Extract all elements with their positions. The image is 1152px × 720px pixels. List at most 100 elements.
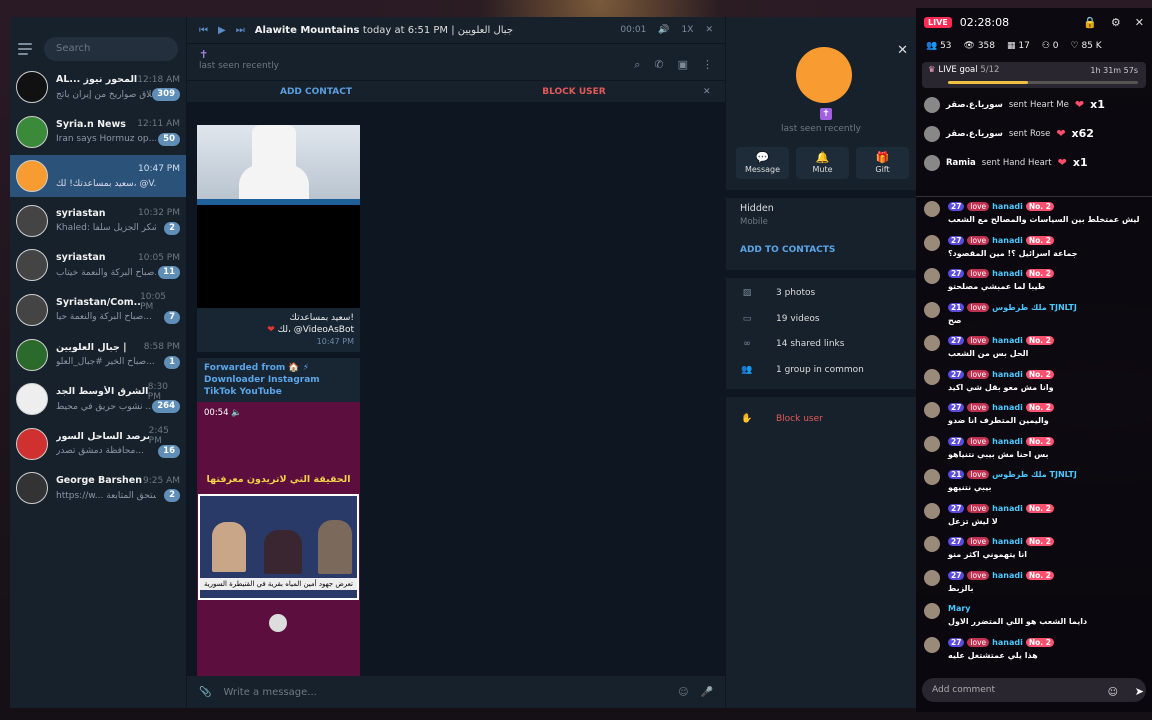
fan-label: love bbox=[967, 269, 990, 278]
comment-text: الحل بس من الشعب bbox=[948, 349, 1029, 358]
user-avatar[interactable] bbox=[924, 435, 940, 452]
gift-icon: ❤ bbox=[1057, 156, 1067, 169]
chat-item[interactable]: syriastan 10:32 PM Khaled: الشكر الجزيل س… bbox=[10, 200, 186, 242]
comment-user[interactable]: hanadi bbox=[992, 236, 1023, 245]
attach-icon[interactable]: 📎 bbox=[199, 687, 211, 698]
fan-label: love bbox=[967, 470, 990, 479]
block-user-button[interactable]: BLOCK USER bbox=[445, 87, 703, 97]
next-track-icon[interactable]: ⏭ bbox=[236, 25, 245, 36]
user-avatar[interactable] bbox=[924, 469, 940, 485]
user-avatar[interactable] bbox=[924, 268, 940, 284]
block-user-row[interactable]: ✋ Block user bbox=[740, 414, 822, 424]
chat-item[interactable]: AL... المحور نيوز12:18 AM إطلاق صواريخ م… bbox=[10, 66, 186, 108]
message-button[interactable]: 💬 Message bbox=[736, 147, 789, 179]
chat-item[interactable]: مرصد الساحل السور...2:45 PM محافظة دمشق … bbox=[10, 423, 186, 465]
videos-row[interactable]: ▭ 19 videos bbox=[740, 314, 820, 324]
user-avatar[interactable] bbox=[924, 335, 940, 351]
unread-badge: 7 bbox=[164, 310, 180, 324]
video-frame[interactable] bbox=[197, 205, 360, 308]
sidebar-toggle-icon[interactable]: ▣ bbox=[678, 58, 688, 72]
settings-icon[interactable]: ⚙ bbox=[1111, 16, 1121, 29]
add-to-contacts-button[interactable]: ADD TO CONTACTS bbox=[740, 245, 835, 255]
user-avatar[interactable] bbox=[924, 402, 940, 418]
chat-item[interactable]: Syria.n News 12:11 AM Iran says Hormuz op… bbox=[10, 111, 186, 153]
comment-user[interactable]: hanadi bbox=[992, 504, 1023, 513]
comment-user[interactable]: Mary bbox=[948, 604, 971, 613]
mute-button[interactable]: 🔔 Mute bbox=[796, 147, 849, 179]
action-bar: ADD CONTACT BLOCK USER ✕ bbox=[187, 80, 725, 102]
gift-action: sent Hand Heart bbox=[981, 157, 1052, 168]
forwarded-video[interactable]: 00:54 🔈 الحقيقة التي لاتريدون معرفتها تع… bbox=[197, 402, 360, 692]
chat-item[interactable]: جبال العلويين | 8:58 PM صباح الخير #جبال_… bbox=[10, 334, 186, 376]
close-profile-icon[interactable]: ✕ bbox=[897, 43, 908, 58]
unread-badge: 309 bbox=[152, 88, 180, 101]
play-icon[interactable]: ▶ bbox=[218, 25, 226, 36]
hamburger-menu-icon[interactable] bbox=[18, 43, 34, 55]
user-avatar[interactable] bbox=[924, 234, 940, 251]
comment-user[interactable]: hanadi bbox=[992, 403, 1023, 412]
user-avatar[interactable] bbox=[924, 502, 940, 519]
user-avatar[interactable] bbox=[924, 201, 940, 217]
send-icon[interactable]: ➤ bbox=[1135, 685, 1144, 698]
live-goal[interactable]: ♛ LIVE goal 5/12 1h 31m 57s bbox=[922, 62, 1146, 88]
links-row[interactable]: ∞ 14 shared links bbox=[740, 339, 844, 349]
microphone-icon[interactable]: 🎤 bbox=[701, 687, 713, 698]
chat-item[interactable]: George Barshen9:25 AM https://w... تستحق… bbox=[10, 467, 186, 509]
user-avatar[interactable] bbox=[924, 301, 940, 318]
emoji-icon[interactable]: ☺ bbox=[678, 687, 688, 698]
user-avatar[interactable] bbox=[924, 603, 940, 619]
comment-user[interactable]: hanadi bbox=[992, 202, 1023, 211]
comment-user[interactable]: hanadi bbox=[992, 370, 1023, 379]
forwarded-from[interactable]: Forwarded from 🏠 ⚡ Downloader Instagram … bbox=[197, 358, 360, 402]
comment-user[interactable]: hanadi bbox=[992, 571, 1023, 580]
chat-avatar bbox=[16, 71, 48, 103]
comment-user[interactable]: hanadi bbox=[992, 336, 1023, 345]
level-badge: 27 bbox=[948, 403, 965, 412]
profile-avatar[interactable] bbox=[796, 47, 852, 103]
comment-user[interactable]: hanadi bbox=[992, 437, 1023, 446]
close-icon[interactable]: ✕ bbox=[1135, 16, 1144, 29]
level-badge: 27 bbox=[948, 202, 965, 211]
user-avatar[interactable] bbox=[924, 636, 940, 653]
chat-item[interactable]: syriastan 10:05 PM صباح البركة والنعمة خي… bbox=[10, 244, 186, 286]
chat-info: Syria.n News 12:11 AM Iran says Hormuz op… bbox=[56, 117, 180, 147]
chat-item[interactable]: الشرق الأوسط الجد...8:30 PM نشوب حريق في… bbox=[10, 378, 186, 420]
add-contact-button[interactable]: ADD CONTACT bbox=[187, 87, 445, 97]
groups-row[interactable]: 👥 1 group in common bbox=[740, 365, 863, 375]
comment-user[interactable]: hanadi bbox=[992, 638, 1023, 647]
close-actionbar-icon[interactable]: ✕ bbox=[703, 87, 725, 97]
message-input[interactable]: Write a message... bbox=[223, 687, 666, 698]
more-icon[interactable]: ⋮ bbox=[702, 58, 713, 72]
comment-user[interactable]: ملك طرطوس TJNLTJ bbox=[992, 303, 1077, 312]
fan-label: love bbox=[967, 637, 990, 647]
lock-icon[interactable]: 🔒 bbox=[1083, 16, 1097, 29]
goal-progress-fill bbox=[948, 81, 1028, 84]
close-player-icon[interactable]: ✕ bbox=[705, 25, 713, 35]
user-avatar[interactable] bbox=[924, 569, 940, 586]
fan-label: love bbox=[967, 202, 990, 211]
photos-row[interactable]: ▨ 3 photos bbox=[740, 288, 816, 298]
user-avatar[interactable] bbox=[924, 368, 940, 385]
user-avatar[interactable] bbox=[924, 536, 940, 552]
rank-badge: No. 2 bbox=[1025, 570, 1054, 580]
gift-user: Ramia bbox=[946, 157, 976, 168]
volume-icon[interactable]: 🔊 bbox=[658, 25, 669, 35]
comment-user[interactable]: ملك طرطوس TJNLTJ bbox=[992, 470, 1077, 479]
comment-user[interactable]: hanadi bbox=[992, 269, 1023, 278]
news-video-thumbnail[interactable] bbox=[197, 125, 360, 205]
views-stat: 👁 358 bbox=[963, 41, 996, 51]
search-icon[interactable]: ⌕ bbox=[634, 58, 640, 72]
call-icon[interactable]: ✆ bbox=[654, 58, 663, 72]
elapsed-time: 00:01 bbox=[620, 25, 647, 35]
chat-item[interactable]: 10:47 PM سعيد بمساعدتك! لك، @V... bbox=[10, 155, 186, 198]
live-comment: Mary دايما الشعب هو اللي المتضرر الاول bbox=[916, 599, 1152, 633]
telegram-window: — ☐ ✕ Search AL... المحور نيوز12:18 AM إ… bbox=[10, 17, 916, 708]
comment-user[interactable]: hanadi bbox=[992, 537, 1023, 546]
emoji-icon[interactable]: ☺ bbox=[1108, 687, 1118, 698]
chat-item[interactable]: Syriastan/Com... 10:05 PM صباح البركة وال… bbox=[10, 289, 186, 331]
search-input[interactable]: Search bbox=[44, 37, 178, 61]
previous-track-icon[interactable]: ⏮ bbox=[199, 25, 208, 36]
speed-button[interactable]: 1X bbox=[682, 25, 694, 35]
gift-button[interactable]: 🎁 Gift bbox=[856, 147, 909, 179]
chat-info: مرصد الساحل السور...2:45 PM محافظة دمشق … bbox=[56, 426, 180, 459]
